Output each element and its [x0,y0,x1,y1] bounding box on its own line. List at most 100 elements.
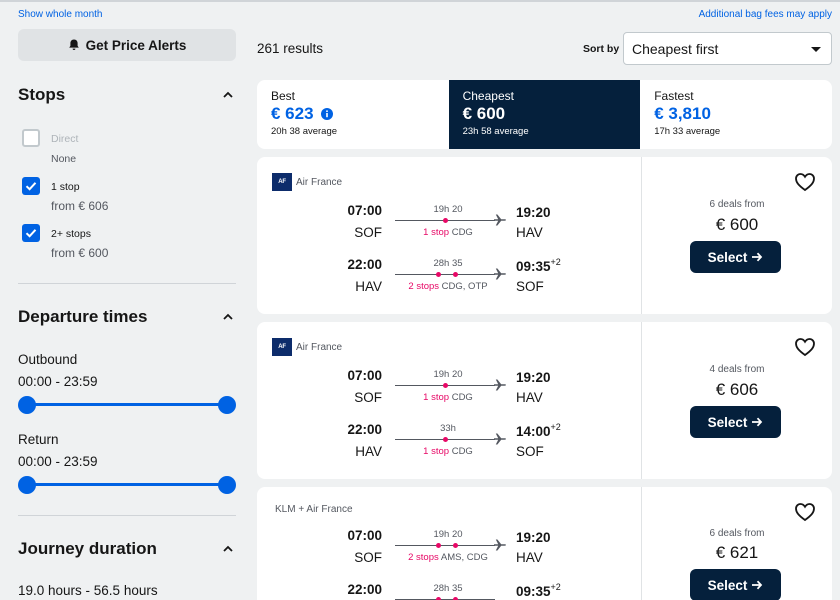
outbound-range: 00:00 - 23:59 [18,374,98,389]
return-slider-max-handle[interactable] [218,476,236,494]
day-offset: +2 [550,257,561,267]
direct-sub: None [51,153,77,165]
duration: 19h 20 [433,369,463,380]
journey-duration-range: 19.0 hours - 56.5 hours [18,583,158,598]
stops-info: 1 stop CDG [389,446,507,457]
result-card[interactable]: KLM + Air France 07:00 SOF 19h 20 2 stop… [257,487,832,600]
card-divider [641,157,642,314]
return-slider-track[interactable] [27,483,227,486]
result-card[interactable]: AF Air France 07:00 SOF 19h 20 1 stop CD… [257,157,832,314]
stops-info: 2 stops CDG, OTP [389,281,507,292]
chevron-up-icon[interactable] [222,311,234,323]
stop-count: 1 stop [423,227,450,238]
tab-price: € 3,810 [654,104,711,123]
arrival-time: 19:20 [516,530,551,545]
stop-dot [453,272,458,277]
outbound-slider-max-handle[interactable] [218,396,236,414]
airline: AF Air France [272,173,342,191]
airline-name: KLM + Air France [275,504,353,515]
duration: 28h 35 [433,258,463,269]
one-stop-sub: from € 606 [51,199,109,213]
plane-icon [494,433,506,445]
checkmark-icon [25,182,37,191]
departure-time: 22:00 [347,257,382,272]
tab-name: Fastest [654,89,694,103]
outbound-leg: 07:00 SOF 19h 20 1 stop CDG 19:20 HAV [257,203,641,247]
two-plus-stops-checkbox[interactable] [22,224,40,242]
return-range: 00:00 - 23:59 [18,454,98,469]
top-border [0,0,840,2]
stop-airports: CDG, OTP [441,281,488,292]
tab-price: € 600 [462,104,506,123]
one-stop-label: 1 stop [51,181,80,193]
sidebar-divider [18,283,236,284]
bag-fees-link[interactable]: Additional bag fees may apply [699,9,832,20]
stop-airports: CDG [451,227,473,238]
one-stop-checkbox[interactable] [22,177,40,195]
stop-dot [443,437,448,442]
select-button[interactable]: Select [690,569,781,600]
direct-checkbox[interactable] [22,129,40,147]
airline-name: Air France [296,341,343,353]
arrow-right-icon [752,252,763,262]
heart-icon[interactable] [794,172,816,192]
day-offset: +2 [550,582,561,592]
departure-airport: SOF [354,225,382,240]
airline-logo: AF [272,338,292,356]
stop-airports: CDG [451,446,473,457]
price: € 606 [715,380,759,399]
arrival-time: 19:20 [516,205,551,220]
return-slider-min-handle[interactable] [18,476,36,494]
two-plus-stops-label: 2+ stops [51,228,91,240]
stop-dot [436,272,441,277]
bell-icon [68,39,79,50]
return-label: Return [18,432,59,447]
two-plus-stops-sub: from € 600 [51,246,109,260]
stop-dot [443,383,448,388]
departure-time: 07:00 [347,368,382,383]
tab-name: Cheapest [462,89,514,103]
sort-by-label: Sort by [583,43,620,55]
outbound-slider-min-handle[interactable] [18,396,36,414]
arrival-airport: HAV [516,225,543,240]
departure-times-title: Departure times [18,307,148,326]
stop-count: 1 stop [423,392,450,403]
arrival-time: 09:35+2 [516,257,561,274]
arrow-right-icon [752,417,763,427]
sort-select[interactable]: Cheapest first [623,32,832,65]
show-whole-month-link[interactable]: Show whole month [18,9,103,20]
chevron-up-icon[interactable] [222,89,234,101]
outbound-slider-track[interactable] [27,403,227,406]
stop-airports: AMS, CDG [440,552,488,563]
arrival-airport: HAV [516,390,543,405]
price-alerts-button[interactable]: Get Price Alerts [18,29,236,61]
day-offset: +2 [550,422,561,432]
checkmark-icon [25,229,37,238]
info-icon[interactable] [320,108,333,120]
stop-count: 2 stops [408,281,440,292]
departure-time: 22:00 [347,422,382,437]
tab-best[interactable]: Best € 623 20h 38 average [257,80,449,149]
chevron-up-icon[interactable] [222,543,234,555]
select-button[interactable]: Select [690,406,781,438]
departure-airport: SOF [354,550,382,565]
direct-label: Direct [51,133,79,145]
sidebar-divider [18,515,236,516]
select-button[interactable]: Select [690,241,781,273]
result-card[interactable]: AF Air France 07:00 SOF 19h 20 1 stop CD… [257,322,832,479]
duration: 33h [440,423,456,434]
route-line [395,272,495,277]
return-leg: 22:00 HAV 28h 35 2 stops CDG, OTP 09:35+… [257,257,641,301]
price: € 621 [715,543,759,562]
tab-cheapest[interactable]: Cheapest € 600 23h 58 average [448,80,641,149]
tab-fastest[interactable]: Fastest € 3,810 17h 33 average [640,80,832,149]
stop-airports: CDG [451,392,473,403]
outbound-label: Outbound [18,352,78,367]
heart-icon[interactable] [794,502,816,522]
arrow-right-icon [752,580,763,590]
arrival-time: 14:00+2 [516,422,561,439]
stops-info: 1 stop CDG [389,227,507,238]
heart-icon[interactable] [794,337,816,357]
sort-tabs: Best € 623 20h 38 average Cheapest € 600… [257,80,832,149]
route-line [395,383,495,388]
